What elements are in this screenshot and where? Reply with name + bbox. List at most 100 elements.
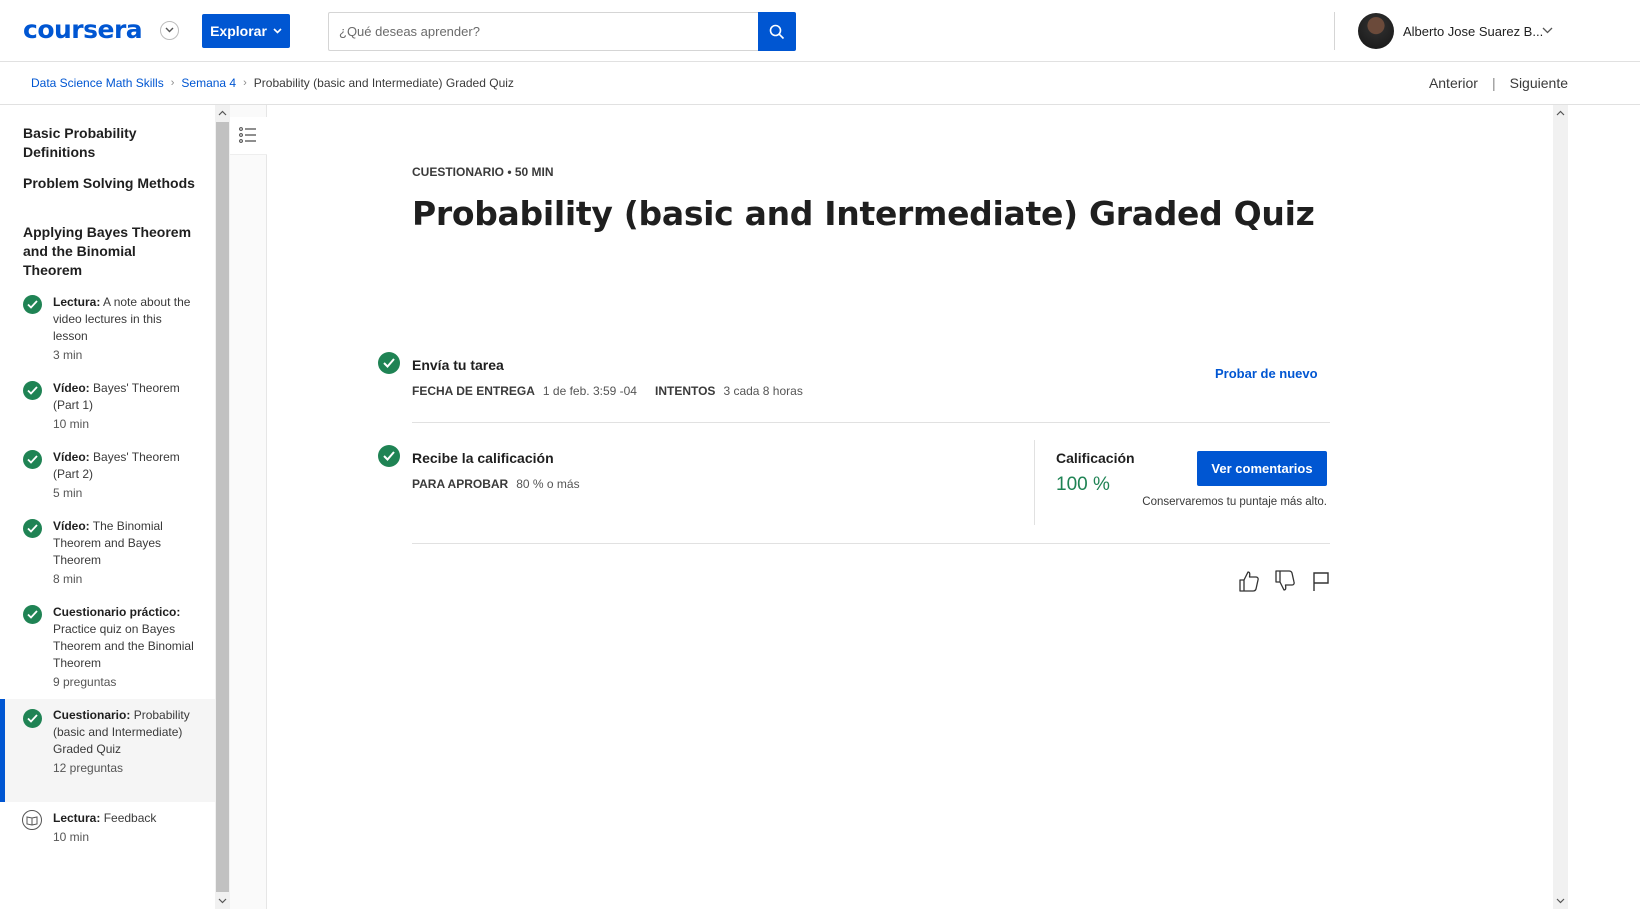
thumbs-down-icon[interactable] (1274, 569, 1296, 593)
item-title: Practice quiz on Bayes Theorem and the B… (53, 622, 194, 670)
page-title: Probability (basic and Intermediate) Gra… (412, 194, 1315, 233)
breadcrumb-separator-icon: › (243, 77, 247, 89)
attempts-value: 3 cada 8 horas (723, 384, 803, 398)
keep-highest-note: Conservaremos tu puntaje más alto. (1142, 496, 1327, 508)
item-duration: 12 preguntas (53, 761, 124, 775)
sidebar-item[interactable]: Vídeo: Bayes' Theorem (Part 2) 5 min (0, 449, 215, 507)
sidebar-item-text: Cuestionario práctico: Practice quiz on … (53, 604, 198, 691)
sidebar-item[interactable]: Cuestionario práctico: Practice quiz on … (0, 604, 215, 696)
header-divider (1334, 12, 1335, 50)
item-duration: 10 min (53, 417, 90, 431)
reaction-bar (1238, 569, 1332, 593)
item-meta: CUESTIONARIO • 50 MIN (412, 165, 554, 179)
completed-check-icon (23, 605, 42, 624)
due-value: 1 de feb. 3:59 -04 (542, 384, 637, 398)
section-title[interactable]: Applying Bayes Theorem and the Binomial … (23, 223, 198, 280)
avatar[interactable] (1358, 13, 1394, 49)
previous-link[interactable]: Anterior (1429, 75, 1478, 91)
scroll-up-icon[interactable] (1556, 109, 1565, 118)
pass-value: 80 % o más (516, 477, 580, 491)
item-type: Vídeo: (53, 450, 90, 464)
user-menu-chevron-icon[interactable] (1542, 27, 1553, 34)
item-type: Cuestionario práctico: (53, 605, 181, 619)
completed-check-icon (23, 519, 42, 538)
completed-check-icon (23, 709, 42, 728)
search-input[interactable]: ¿Qué deseas aprender? (328, 12, 759, 51)
sidebar-scroll-thumb[interactable] (216, 122, 229, 892)
item-duration: 3 min (53, 348, 83, 362)
divider (412, 422, 1330, 423)
submit-step-title: Envía tu tarea (412, 357, 504, 373)
flag-icon[interactable] (1310, 569, 1332, 593)
explore-button[interactable]: Explorar (202, 14, 290, 48)
nav-divider: | (1491, 75, 1496, 91)
item-duration: 8 min (53, 572, 83, 586)
sidebar-item[interactable]: Vídeo: The Binomial Theorem and Bayes Th… (0, 518, 215, 593)
item-type: Lectura: (53, 295, 101, 309)
scroll-down-icon[interactable] (1556, 896, 1565, 905)
grade-value: 100 % (1056, 474, 1110, 495)
sidebar-item-text: Lectura: A note about the video lectures… (53, 294, 198, 364)
logo-menu-chevron-icon[interactable] (160, 21, 179, 40)
item-type: Vídeo: (53, 381, 90, 395)
reading-icon (22, 810, 42, 830)
prev-next-nav: Anterior | Siguiente (1429, 75, 1568, 91)
main-scrollbar[interactable] (1553, 105, 1568, 909)
toggle-outline-button[interactable] (230, 117, 267, 155)
top-navigation-bar: coursera Explorar ¿Qué deseas aprender? … (0, 0, 1640, 62)
scroll-up-icon[interactable] (218, 109, 227, 118)
sidebar-item[interactable]: Vídeo: Bayes' Theorem (Part 1) 10 min (0, 380, 215, 438)
sidebar-item[interactable]: Lectura: A note about the video lectures… (0, 294, 215, 369)
breadcrumb-current: Probability (basic and Intermediate) Gra… (253, 76, 514, 90)
sidebar-item-active[interactable]: Cuestionario: Probability (basic and Int… (0, 699, 215, 802)
item-duration: 5 min (53, 486, 83, 500)
scroll-down-icon[interactable] (218, 896, 227, 905)
thumbs-up-icon[interactable] (1238, 569, 1260, 593)
grade-step-meta: PARA APROBAR 80 % o más (412, 477, 590, 491)
sidebar-item-text: Vídeo: Bayes' Theorem (Part 2) 5 min (53, 449, 198, 502)
sidebar-item[interactable]: Lectura: Feedback 10 min (0, 810, 215, 855)
completed-check-icon (23, 450, 42, 469)
item-title: Feedback (103, 811, 157, 825)
breadcrumb: Data Science Math Skills › Semana 4 › Pr… (31, 76, 514, 90)
item-duration: 9 preguntas (53, 675, 117, 689)
sidebar-item-text: Vídeo: Bayes' Theorem (Part 1) 10 min (53, 380, 198, 433)
completed-check-icon (378, 445, 400, 467)
sidebar-scrollbar[interactable] (215, 105, 230, 909)
sidebar-item-text: Cuestionario: Probability (basic and Int… (53, 707, 198, 777)
sidebar-item-text: Lectura: Feedback 10 min (53, 810, 198, 846)
sidebar-item-text: Vídeo: The Binomial Theorem and Bayes Th… (53, 518, 198, 588)
explore-button-label: Explorar (210, 23, 267, 39)
grade-divider (1034, 440, 1035, 525)
search-icon (769, 24, 785, 39)
item-type: Cuestionario: (53, 708, 131, 722)
user-name[interactable]: Alberto Jose Suarez B... (1403, 24, 1543, 39)
submit-step-meta: FECHA DE ENTREGA 1 de feb. 3:59 -04 INTE… (412, 384, 813, 398)
item-type: Vídeo: (53, 519, 90, 533)
chevron-down-icon (273, 28, 282, 34)
view-feedback-button[interactable]: Ver comentarios (1197, 451, 1327, 486)
breadcrumb-course-link[interactable]: Data Science Math Skills (31, 76, 164, 90)
list-icon (239, 127, 256, 143)
grade-step-title: Recibe la calificación (412, 450, 554, 466)
section-title[interactable]: Basic Probability Definitions (23, 124, 198, 162)
divider (412, 543, 1330, 544)
item-duration: 10 min (53, 830, 90, 844)
pass-label: PARA APROBAR (412, 477, 509, 491)
section-title[interactable]: Problem Solving Methods (23, 174, 198, 193)
retry-link[interactable]: Probar de nuevo (1215, 366, 1318, 381)
sidebar-toggle-strip (230, 105, 267, 909)
breadcrumb-bar: Data Science Math Skills › Semana 4 › Pr… (0, 62, 1640, 105)
breadcrumb-week-link[interactable]: Semana 4 (181, 76, 236, 90)
next-link[interactable]: Siguiente (1510, 75, 1568, 91)
grade-label: Calificación (1056, 450, 1135, 466)
completed-check-icon (23, 295, 42, 314)
completed-check-icon (378, 352, 400, 374)
due-label: FECHA DE ENTREGA (412, 384, 535, 398)
breadcrumb-separator-icon: › (170, 77, 175, 89)
search-button[interactable] (758, 12, 796, 51)
course-sidebar: Basic Probability Definitions Problem So… (0, 105, 215, 909)
completed-check-icon (23, 381, 42, 400)
attempts-label: INTENTOS (654, 384, 716, 398)
coursera-logo[interactable]: coursera (23, 15, 143, 44)
